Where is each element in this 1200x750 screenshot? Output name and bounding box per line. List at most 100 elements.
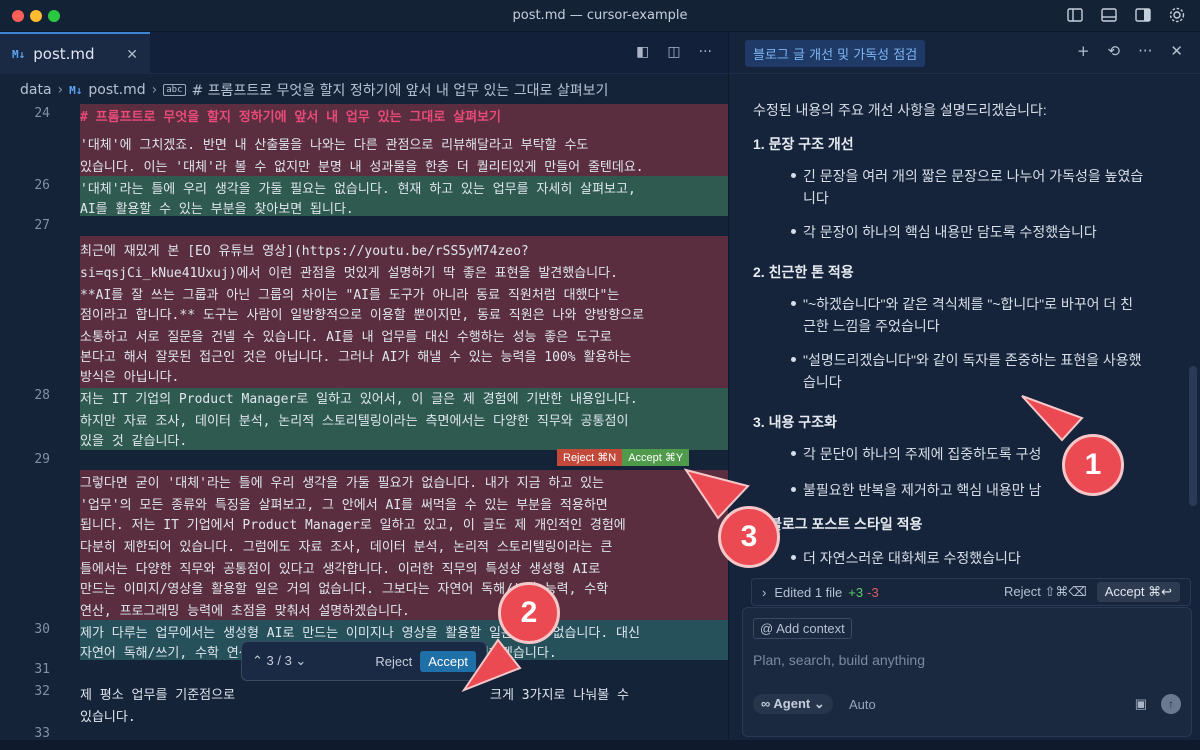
line-number: 30 [34, 622, 50, 637]
chat-header: 블로그 글 개선 및 가독성 점검 + ⟲ ··· ✕ [729, 32, 1200, 74]
more-actions-icon[interactable]: ··· [699, 44, 712, 60]
lines-added: +3 [848, 584, 864, 600]
tab-post-md[interactable]: M↓ post.md ✕ [0, 32, 150, 74]
line-number: 31 [34, 662, 50, 677]
bullet-dot [791, 451, 796, 456]
tab-label: post.md [33, 45, 95, 63]
code-line: si=qsjCi_kNue41Uxuj)에서 이런 관점을 멋있게 설명하기 딱… [80, 266, 618, 281]
breadcrumb-file[interactable]: post.md [88, 82, 145, 98]
code-line: **AI를 잘 쓰는 그룹과 아닌 그룹의 차이는 "AI를 도구가 아니라 동… [80, 288, 620, 303]
bullet-text: 니다 [803, 190, 829, 206]
inline-reject-button[interactable]: Reject ⌘N [557, 449, 623, 466]
code-line: 소통하고 서로 질문을 건넬 수 있습니다. AI를 내 업무를 대신 수행하는… [80, 330, 612, 345]
code-line: 크게 3가지로 나눠볼 수 [490, 688, 629, 703]
chevron-right-icon: › [151, 82, 158, 98]
toggle-sidebar-icon[interactable] [1066, 6, 1084, 24]
diff-review-bar: ⌃ 3 / 3 ⌄ Reject Accept [241, 641, 487, 681]
breadcrumb-symbol[interactable]: # 프롬프트로 무엇을 할지 정하기에 앞서 내 업무 있는 그대로 살펴보기 [192, 80, 609, 100]
settings-gear-icon[interactable] [1168, 6, 1186, 24]
close-tab-icon[interactable]: ✕ [126, 47, 138, 63]
reject-all-button[interactable]: Reject [375, 654, 412, 669]
bullet-text: 더 자연스러운 대화체로 수정했습니다 [803, 550, 1021, 566]
accept-all-button[interactable]: Accept [420, 650, 476, 672]
new-chat-icon[interactable]: + [1077, 42, 1090, 60]
add-context-label: Add context [776, 621, 845, 636]
bullet-dot [791, 555, 796, 560]
bullet-dot [791, 487, 796, 492]
title-bar: post.md — cursor-example [0, 0, 1200, 32]
bullet-text: 긴 문장을 여러 개의 짧은 문장으로 나누어 가독성을 높였습 [803, 168, 1144, 184]
split-editor-icon[interactable]: ◫ [667, 44, 680, 60]
code-line: 있을 것 같습니다. [80, 434, 188, 449]
code-line: 다분히 제한되어 있습니다. 그럼에도 자료 조사, 데이터 분석, 논리적 스… [80, 540, 613, 555]
code-line: '대체'에 그치겠죠. 반면 내 산출물을 나와는 다른 관점으로 리뷰해달라고… [80, 138, 589, 153]
chevron-right-icon[interactable]: › [762, 585, 766, 600]
editor-tab-bar: M↓ post.md ✕ ◧ ◫ ··· [0, 32, 728, 74]
section-title: 3. 내용 구조화 [753, 414, 837, 430]
section-title: 1. 문장 구조 개선 [753, 136, 854, 152]
history-icon[interactable]: ⟲ [1108, 42, 1121, 60]
code-line: '업무'의 모든 종류와 특징을 살펴보고, 그 안에서 AI를 써먹을 수 있… [80, 498, 608, 513]
chat-message: 수정된 내용의 주요 개선 사항을 설명드리겠습니다: 1. 문장 구조 개선 … [729, 76, 1200, 576]
chat-input[interactable]: Plan, search, build anything [753, 652, 925, 668]
bullet-text: "설명드리겠습니다"와 같이 독자를 존중하는 표현을 사용했 [803, 352, 1142, 368]
code-line: 점이라고 합니다.** 도구는 사람이 일방향적으로 이용할 뿐이지만, 동료 … [80, 308, 645, 323]
edited-files-bar: › Edited 1 file +3 -3 Reject ⇧⌘⌫ Accept … [751, 578, 1191, 606]
bullet-text: 불필요한 반복을 제거하고 핵심 내용만 남 [803, 482, 1042, 498]
code-line: 됩니다. 저는 IT 기업에서 Product Manager로 일하고 있고,… [80, 518, 626, 533]
breadcrumb: data › M↓ post.md › abc # 프롬프트로 무엇을 할지 정… [20, 80, 608, 100]
code-line: 그렇다면 굳이 '대체'라는 틀에 우리 생각을 가둘 필요가 없습니다. 내가… [80, 476, 605, 491]
bullet-text: 각 문장이 하나의 핵심 내용만 담도록 수정했습니다 [803, 224, 1097, 240]
model-selector[interactable]: Auto [849, 697, 876, 712]
accept-file-button[interactable]: Accept ⌘↩ [1096, 582, 1180, 602]
callout-3: 3 [718, 506, 780, 568]
image-upload-icon[interactable]: ▣ [1135, 696, 1147, 712]
section-title: 블로그 포스트 스타일 적용 [769, 516, 923, 532]
line-number: 29 [34, 452, 50, 467]
chat-scrollbar[interactable] [1189, 366, 1197, 506]
close-icon[interactable]: ✕ [1170, 42, 1183, 60]
breadcrumb-folder[interactable]: data [20, 82, 52, 98]
line-number: 26 [34, 178, 50, 193]
code-line: 연산, 프로그래밍 능력에 초점을 맞춰서 설명하겠습니다. [80, 604, 410, 619]
code-line: 저는 IT 기업의 Product Manager로 일하고 있어서, 이 글은… [80, 392, 638, 407]
bullet-dot [791, 229, 796, 234]
inline-accept-button[interactable]: Accept ⌘Y [622, 449, 690, 466]
reject-file-button[interactable]: Reject ⇧⌘⌫ [1004, 584, 1087, 600]
diff-navigator[interactable]: ⌃ 3 / 3 ⌄ [252, 653, 306, 669]
chat-composer: @ Add context Plan, search, build anythi… [742, 607, 1192, 737]
code-line: 방식은 아닙니다. [80, 370, 180, 385]
code-line: 있습니다. 이는 '대체'라 볼 수 없지만 분명 내 성과물을 한층 더 퀄리… [80, 160, 644, 175]
add-context-button[interactable]: @ Add context [753, 618, 852, 639]
callout-2: 2 [498, 582, 560, 644]
line-number: 33 [34, 726, 50, 741]
line-number: 28 [34, 388, 50, 403]
bullet-text: 습니다 [803, 374, 842, 390]
open-preview-icon[interactable]: ◧ [636, 44, 649, 60]
window-title: post.md — cursor-example [512, 8, 688, 23]
symbol-string-icon: abc [163, 84, 186, 96]
code-line: 본다고 해서 잘못된 접근인 것은 아닙니다. 그러나 AI가 해낼 수 있는 … [80, 350, 632, 365]
bullet-text: 각 문단이 하나의 주제에 집중하도록 구성 [803, 446, 1042, 462]
inline-diff-actions: Reject ⌘N Accept ⌘Y [557, 449, 690, 466]
intro-text: 수정된 내용의 주요 개선 사항을 설명드리겠습니다: [753, 102, 1047, 118]
edited-files-label[interactable]: Edited 1 file [774, 585, 842, 600]
code-line: 제 평소 업무를 기준점으로 [80, 688, 236, 703]
chat-tab-title[interactable]: 블로그 글 개선 및 가독성 점검 [745, 40, 926, 67]
line-number: 32 [34, 684, 50, 699]
markdown-file-icon: M↓ [12, 47, 26, 61]
toggle-panel-icon[interactable] [1100, 6, 1118, 24]
status-bar [0, 740, 1200, 750]
toggle-chat-pane-icon[interactable] [1134, 6, 1152, 24]
section-title: 2. 친근한 톤 적용 [753, 264, 854, 280]
agent-mode-label: Agent [773, 696, 811, 711]
send-arrow-icon[interactable]: ↑ [1161, 694, 1181, 714]
heading-line: # 프롬프트로 무엇을 할지 정하기에 앞서 내 업무 있는 그대로 살펴보기 [80, 110, 501, 125]
more-actions-icon[interactable]: ··· [1138, 42, 1152, 60]
bullet-dot [791, 357, 796, 362]
line-number: 27 [34, 218, 50, 233]
agent-mode-selector[interactable]: ∞ Agent ⌄ [753, 694, 833, 714]
bullet-text: "~하겠습니다"와 같은 격식체를 "~합니다"로 바꾸어 더 친 [803, 296, 1134, 312]
line-number: 24 [34, 106, 50, 121]
markdown-file-icon: M↓ [69, 83, 83, 97]
